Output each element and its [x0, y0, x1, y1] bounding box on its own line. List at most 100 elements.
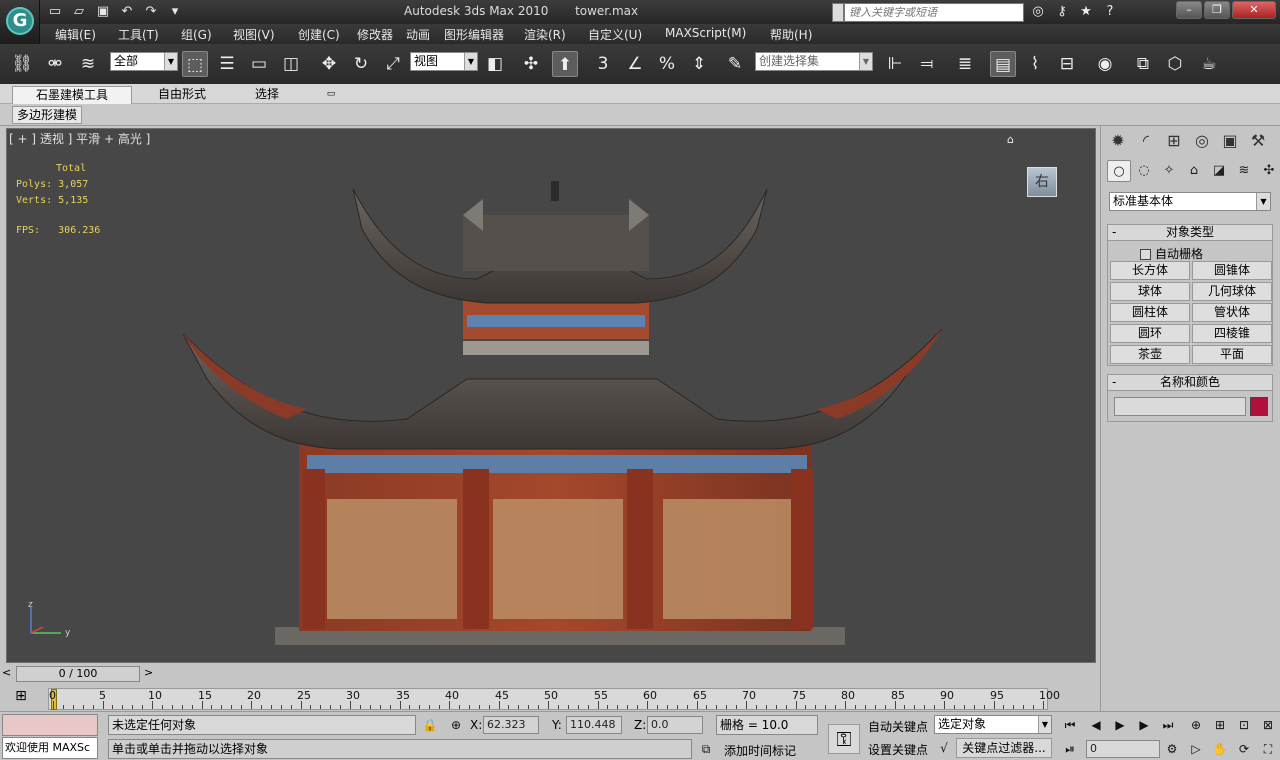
menu-edit[interactable]: 编辑(E): [55, 26, 96, 43]
maximize-icon[interactable]: ❐: [1204, 1, 1230, 19]
percent-snap-icon[interactable]: %: [654, 51, 680, 77]
spacewarps-icon[interactable]: ≋: [1232, 160, 1256, 182]
select-rotate-icon[interactable]: ↻: [348, 51, 374, 77]
bind-spacewarp-icon[interactable]: ≋: [75, 51, 101, 77]
time-slider[interactable]: 0 / 100: [16, 666, 140, 682]
menu-maxscript[interactable]: MAXScript(M): [665, 26, 746, 40]
mirror-icon[interactable]: ⊩: [882, 51, 908, 77]
spinner-snap-icon[interactable]: ⇕: [686, 51, 712, 77]
quick-render-icon[interactable]: ☕: [1196, 51, 1222, 77]
keyboard-shortcut-override-icon[interactable]: ⬆: [552, 51, 578, 77]
tube-button[interactable]: 管状体: [1192, 303, 1272, 322]
cylinder-button[interactable]: 圆柱体: [1110, 303, 1190, 322]
open-file-icon[interactable]: ▱: [68, 2, 90, 22]
display-tab-icon[interactable]: ▣: [1217, 128, 1243, 154]
maxscript-listener-pink[interactable]: [2, 714, 98, 736]
select-move-icon[interactable]: ✥: [316, 51, 342, 77]
binoculars-icon[interactable]: ◎: [1028, 2, 1048, 22]
selection-filter-dropdown[interactable]: 全部 ▼: [110, 52, 178, 71]
y-coord-field[interactable]: 110.448: [566, 716, 622, 734]
menu-group[interactable]: 组(G): [181, 26, 212, 43]
pyramid-button[interactable]: 四棱锥: [1192, 324, 1272, 343]
object-name-input[interactable]: [1114, 397, 1246, 416]
key-mode-dropdown[interactable]: 选定对象 ▼: [934, 715, 1052, 734]
tab-graphite-modeling[interactable]: 石墨建模工具: [12, 86, 132, 104]
geosphere-button[interactable]: 几何球体: [1192, 282, 1272, 301]
menu-customize[interactable]: 自定义(U): [588, 26, 642, 43]
sphere-button[interactable]: 球体: [1110, 282, 1190, 301]
systems-icon[interactable]: ✣: [1257, 160, 1280, 182]
create-tab-icon[interactable]: ✹: [1105, 128, 1131, 154]
help-icon[interactable]: ?: [1100, 2, 1120, 22]
maxscript-mini-listener[interactable]: 欢迎使用 MAXSc: [2, 737, 98, 759]
link-icon[interactable]: ⛓: [9, 51, 35, 77]
field-of-view-icon[interactable]: ▷: [1186, 740, 1206, 758]
geometry-category-dropdown[interactable]: 标准基本体 ▼: [1109, 192, 1271, 211]
auto-key-button[interactable]: 自动关键点: [868, 718, 928, 735]
goto-end-icon[interactable]: ⏭: [1158, 716, 1178, 734]
utilities-tab-icon[interactable]: ⚒: [1245, 128, 1271, 154]
box-button[interactable]: 长方体: [1110, 261, 1190, 280]
save-icon[interactable]: ▣: [92, 2, 114, 22]
viewcube-icon[interactable]: 右: [1027, 167, 1057, 197]
layer-manager-icon[interactable]: ≣: [952, 51, 978, 77]
tab-freeform[interactable]: 自由形式: [140, 86, 224, 104]
lock-selection-icon[interactable]: 🔒: [420, 716, 440, 734]
viewport-label[interactable]: [ + ] 透视 ] 平滑 + 高光 ]: [9, 130, 150, 147]
window-crossing-icon[interactable]: ◫: [278, 51, 304, 77]
name-and-color-header[interactable]: - 名称和颜色: [1108, 375, 1272, 391]
menu-views[interactable]: 视图(V): [233, 26, 275, 43]
undo-icon[interactable]: ↶: [116, 2, 138, 22]
align-icon[interactable]: ⫤: [914, 51, 940, 77]
current-frame-field[interactable]: 0: [1086, 740, 1160, 758]
select-by-name-icon[interactable]: ☰: [214, 51, 240, 77]
menu-help[interactable]: 帮助(H): [770, 26, 812, 43]
snaps-toggle-icon[interactable]: 3: [590, 51, 616, 77]
shapes-icon[interactable]: ◌: [1132, 160, 1156, 182]
time-config-icon[interactable]: ⚙: [1162, 740, 1182, 758]
rectangular-selection-icon[interactable]: ▭: [246, 51, 272, 77]
key-mode-toggle-icon[interactable]: ⏯: [1060, 740, 1080, 758]
cone-button[interactable]: 圆锥体: [1192, 261, 1272, 280]
schematic-view-icon[interactable]: ⊟: [1054, 51, 1080, 77]
material-editor-icon[interactable]: ◉: [1092, 51, 1118, 77]
z-coord-field[interactable]: 0.0: [647, 716, 703, 734]
key-filters-icon[interactable]: √: [934, 739, 954, 757]
select-object-icon[interactable]: ⬚: [182, 51, 208, 77]
render-setup-icon[interactable]: ⧉: [1130, 51, 1156, 77]
menu-modifiers[interactable]: 修改器: [357, 26, 393, 43]
helpers-icon[interactable]: ◪: [1207, 160, 1231, 182]
menu-rendering[interactable]: 渲染(R): [524, 26, 566, 43]
tower-model[interactable]: [167, 169, 957, 659]
select-scale-icon[interactable]: ⤢: [380, 51, 406, 77]
orbit-icon[interactable]: ⟳: [1234, 740, 1254, 758]
home-icon[interactable]: ⌂: [1007, 133, 1014, 146]
app-menu-button[interactable]: G: [0, 0, 40, 44]
search-input[interactable]: 键入关键字或短语: [844, 3, 1024, 22]
time-prev-button[interactable]: <: [2, 666, 11, 679]
zoom-icon[interactable]: ⊕: [1186, 716, 1206, 734]
curve-editor-mini-icon[interactable]: ⊞: [10, 688, 32, 708]
plane-button[interactable]: 平面: [1192, 345, 1272, 364]
menu-graph-editors[interactable]: 图形编辑器: [444, 26, 504, 43]
select-manipulate-icon[interactable]: ✣: [518, 51, 544, 77]
minimize-icon[interactable]: –: [1176, 1, 1202, 19]
teapot-button[interactable]: 茶壶: [1110, 345, 1190, 364]
curve-editor-icon[interactable]: ⌇: [1022, 51, 1048, 77]
x-coord-field[interactable]: 62.323: [483, 716, 539, 734]
rendered-frame-window-icon[interactable]: ⬡: [1162, 51, 1188, 77]
next-frame-icon[interactable]: ▶: [1134, 716, 1154, 734]
polygon-modeling-panel[interactable]: 多边形建模: [12, 106, 83, 124]
modify-tab-icon[interactable]: ◜: [1133, 128, 1159, 154]
add-time-tag-label[interactable]: 添加时间标记: [724, 742, 796, 759]
time-tag-icon[interactable]: ⧉: [696, 740, 716, 758]
zoom-extents-icon[interactable]: ⊡: [1234, 716, 1254, 734]
zoom-all-icon[interactable]: ⊞: [1210, 716, 1230, 734]
hierarchy-tab-icon[interactable]: ⊞: [1161, 128, 1187, 154]
menu-tools[interactable]: 工具(T): [118, 26, 159, 43]
star-icon[interactable]: ★: [1076, 2, 1096, 22]
ribbon-options-icon[interactable]: ▭: [322, 86, 340, 104]
zoom-extents-all-icon[interactable]: ⊠: [1258, 716, 1278, 734]
named-selection-sets-dropdown[interactable]: 创建选择集 ▼: [755, 52, 873, 71]
time-next-button[interactable]: >: [144, 666, 153, 679]
